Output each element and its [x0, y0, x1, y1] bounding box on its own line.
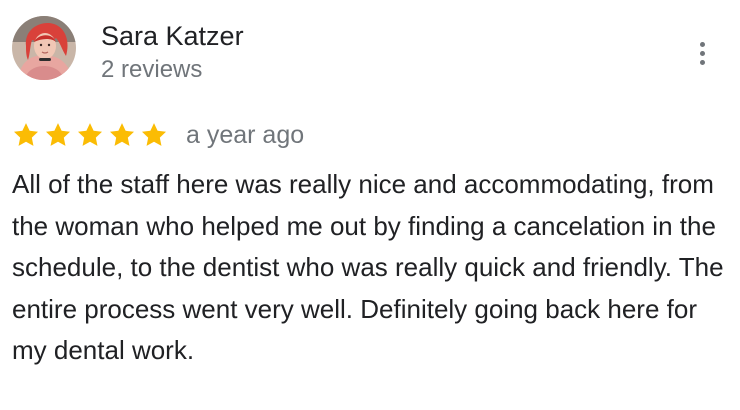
review-card: Sara Katzer 2 reviews a year ago All of …	[0, 0, 740, 410]
reviewer-name[interactable]: Sara Katzer	[101, 20, 244, 52]
review-text: All of the staff here was really nice an…	[12, 169, 724, 365]
rating-row: a year ago	[12, 118, 304, 152]
more-vertical-icon-dot	[699, 50, 705, 56]
review-count[interactable]: 2 reviews	[101, 55, 202, 85]
review-date: a year ago	[186, 121, 305, 149]
star-rating	[12, 121, 168, 149]
more-vertical-icon	[699, 41, 705, 47]
star-icon	[77, 123, 103, 146]
star-icon	[45, 123, 71, 146]
more-vertical-icon-dot	[699, 59, 705, 65]
star-icon	[141, 123, 167, 146]
avatar-photo	[12, 16, 76, 80]
star-icon	[109, 123, 135, 146]
star-icon	[13, 123, 39, 146]
more-options-button[interactable]	[688, 36, 716, 70]
avatar[interactable]	[12, 16, 76, 80]
